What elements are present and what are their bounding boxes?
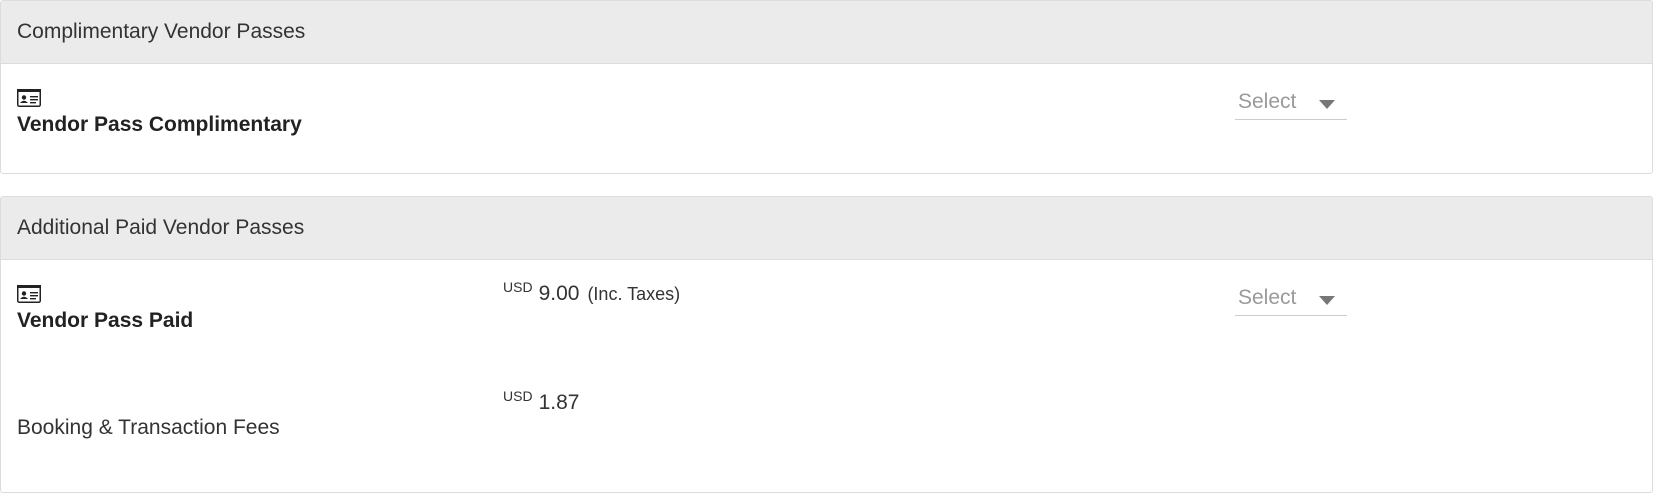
fees-label: Booking & Transaction Fees	[17, 416, 280, 439]
select-placeholder: Select	[1238, 90, 1297, 113]
section-title: Complimentary Vendor Passes	[17, 20, 306, 43]
additional-paid-vendor-passes-panel: Additional Paid Vendor Passes Vendor Pas…	[0, 196, 1653, 493]
id-card-icon	[17, 285, 41, 303]
ticket-price: USD 9.00 (Inc. Taxes)	[503, 279, 681, 306]
ticket-name: Vendor Pass Paid	[17, 309, 194, 332]
select-placeholder: Select	[1238, 286, 1297, 309]
complimentary-vendor-passes-panel: Complimentary Vendor Passes Vendor Pass …	[0, 0, 1653, 174]
caret-down-icon	[1319, 296, 1335, 305]
quantity-select[interactable]: Select	[1235, 90, 1347, 120]
currency-code: USD	[503, 388, 533, 404]
section-header: Additional Paid Vendor Passes	[1, 197, 1652, 260]
price-amount: 9.00	[538, 282, 580, 305]
id-card-icon	[17, 89, 41, 107]
fees-price: USD 1.87	[503, 388, 580, 415]
ticket-name: Vendor Pass Complimentary	[17, 113, 302, 136]
caret-down-icon	[1319, 100, 1335, 109]
currency-code: USD	[503, 279, 533, 295]
quantity-select[interactable]: Select	[1235, 286, 1347, 316]
section-header: Complimentary Vendor Passes	[1, 1, 1652, 64]
section-title: Additional Paid Vendor Passes	[17, 216, 305, 239]
tax-note: (Inc. Taxes)	[587, 284, 681, 304]
fees-amount: 1.87	[538, 391, 580, 414]
